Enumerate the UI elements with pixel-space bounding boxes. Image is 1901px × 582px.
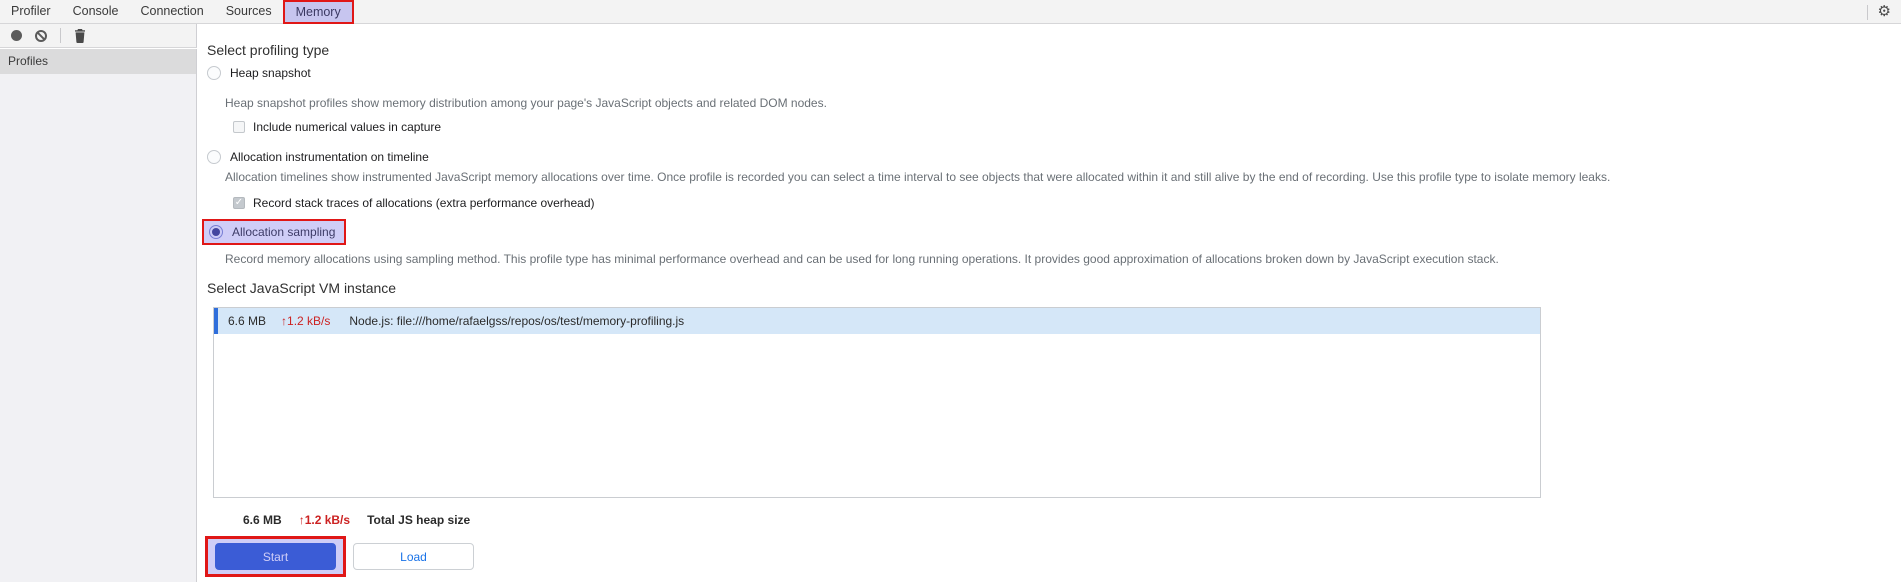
tab-profiler[interactable]: Profiler (0, 0, 62, 24)
tab-sources[interactable]: Sources (215, 0, 283, 24)
gear-icon[interactable]: ⚙ (1878, 0, 1891, 24)
vm-instance-name: Node.js: file:///home/rafaelgss/repos/os… (349, 314, 685, 328)
profiling-type-heading: Select profiling type (207, 42, 330, 58)
total-heap-rate-value: ↑1.2 kB/s (298, 513, 351, 527)
toolbar-divider (1866, 4, 1868, 20)
memory-panel-content: Select profiling type Heap snapshot Heap… (197, 24, 1901, 582)
total-heap-label: Total JS heap size (367, 513, 471, 527)
radio-unselected-icon[interactable] (207, 66, 221, 80)
checkbox-label: Include numerical values in capture (253, 120, 442, 134)
record-icon[interactable] (11, 30, 22, 41)
radio-option-allocation-sampling[interactable]: Allocation sampling (202, 219, 347, 245)
radio-option-allocation-instrumentation[interactable]: Allocation instrumentation on timeline (207, 150, 429, 164)
option-description: Heap snapshot profiles show memory distr… (225, 96, 827, 110)
devtools-memory-panel: Profiler Console Connection Sources Memo… (0, 0, 1901, 582)
start-button[interactable]: Start (215, 543, 336, 570)
sidebar-item-profiles[interactable]: Profiles (0, 49, 196, 74)
vm-heap-rate: ↑1.2 kB/s (281, 314, 331, 328)
vm-instance-row[interactable]: 6.6 MB ↑1.2 kB/s Node.js: file:///home/r… (214, 308, 1540, 334)
checkbox-checked-icon[interactable]: ✓ (233, 197, 245, 209)
tab-console[interactable]: Console (62, 0, 130, 24)
action-buttons: Start Load (205, 536, 474, 577)
radio-option-heap-snapshot[interactable]: Heap snapshot (207, 66, 311, 80)
tab-memory[interactable]: Memory (282, 0, 354, 24)
radio-selected-icon[interactable] (209, 225, 223, 239)
total-heap-size-value: 6.6 MB (243, 513, 282, 527)
checkbox-include-numerical-values[interactable]: Include numerical values in capture (233, 120, 441, 134)
radio-option-label: Allocation instrumentation on timeline (230, 150, 429, 164)
vm-instance-table: 6.6 MB ↑1.2 kB/s Node.js: file:///home/r… (213, 307, 1541, 498)
load-button[interactable]: Load (353, 543, 474, 570)
checkbox-record-stack-traces[interactable]: ✓ Record stack traces of allocations (ex… (233, 196, 595, 210)
clear-all-icon[interactable] (35, 29, 47, 42)
vm-heap-size: 6.6 MB (228, 314, 267, 328)
option-description: Allocation timelines show instrumented J… (225, 170, 1611, 184)
trash-icon[interactable] (74, 28, 86, 43)
radio-option-label: Allocation sampling (232, 225, 336, 239)
checkbox-unchecked-icon[interactable] (233, 121, 245, 133)
tab-bar: Profiler Console Connection Sources Memo… (0, 0, 1901, 24)
profiler-toolbar (0, 24, 197, 48)
radio-option-label: Heap snapshot (230, 66, 311, 80)
radio-unselected-icon[interactable] (207, 150, 221, 164)
profiles-sidebar: Profiles (0, 49, 197, 582)
start-button-highlight: Start (205, 536, 346, 577)
toolbar-divider (60, 28, 61, 43)
vm-instance-heading: Select JavaScript VM instance (207, 280, 397, 296)
checkbox-label: Record stack traces of allocations (extr… (253, 196, 595, 210)
option-description: Record memory allocations using sampling… (225, 252, 1499, 266)
heap-totals-row: 6.6 MB ↑1.2 kB/s Total JS heap size (243, 513, 470, 527)
tab-connection[interactable]: Connection (129, 0, 214, 24)
